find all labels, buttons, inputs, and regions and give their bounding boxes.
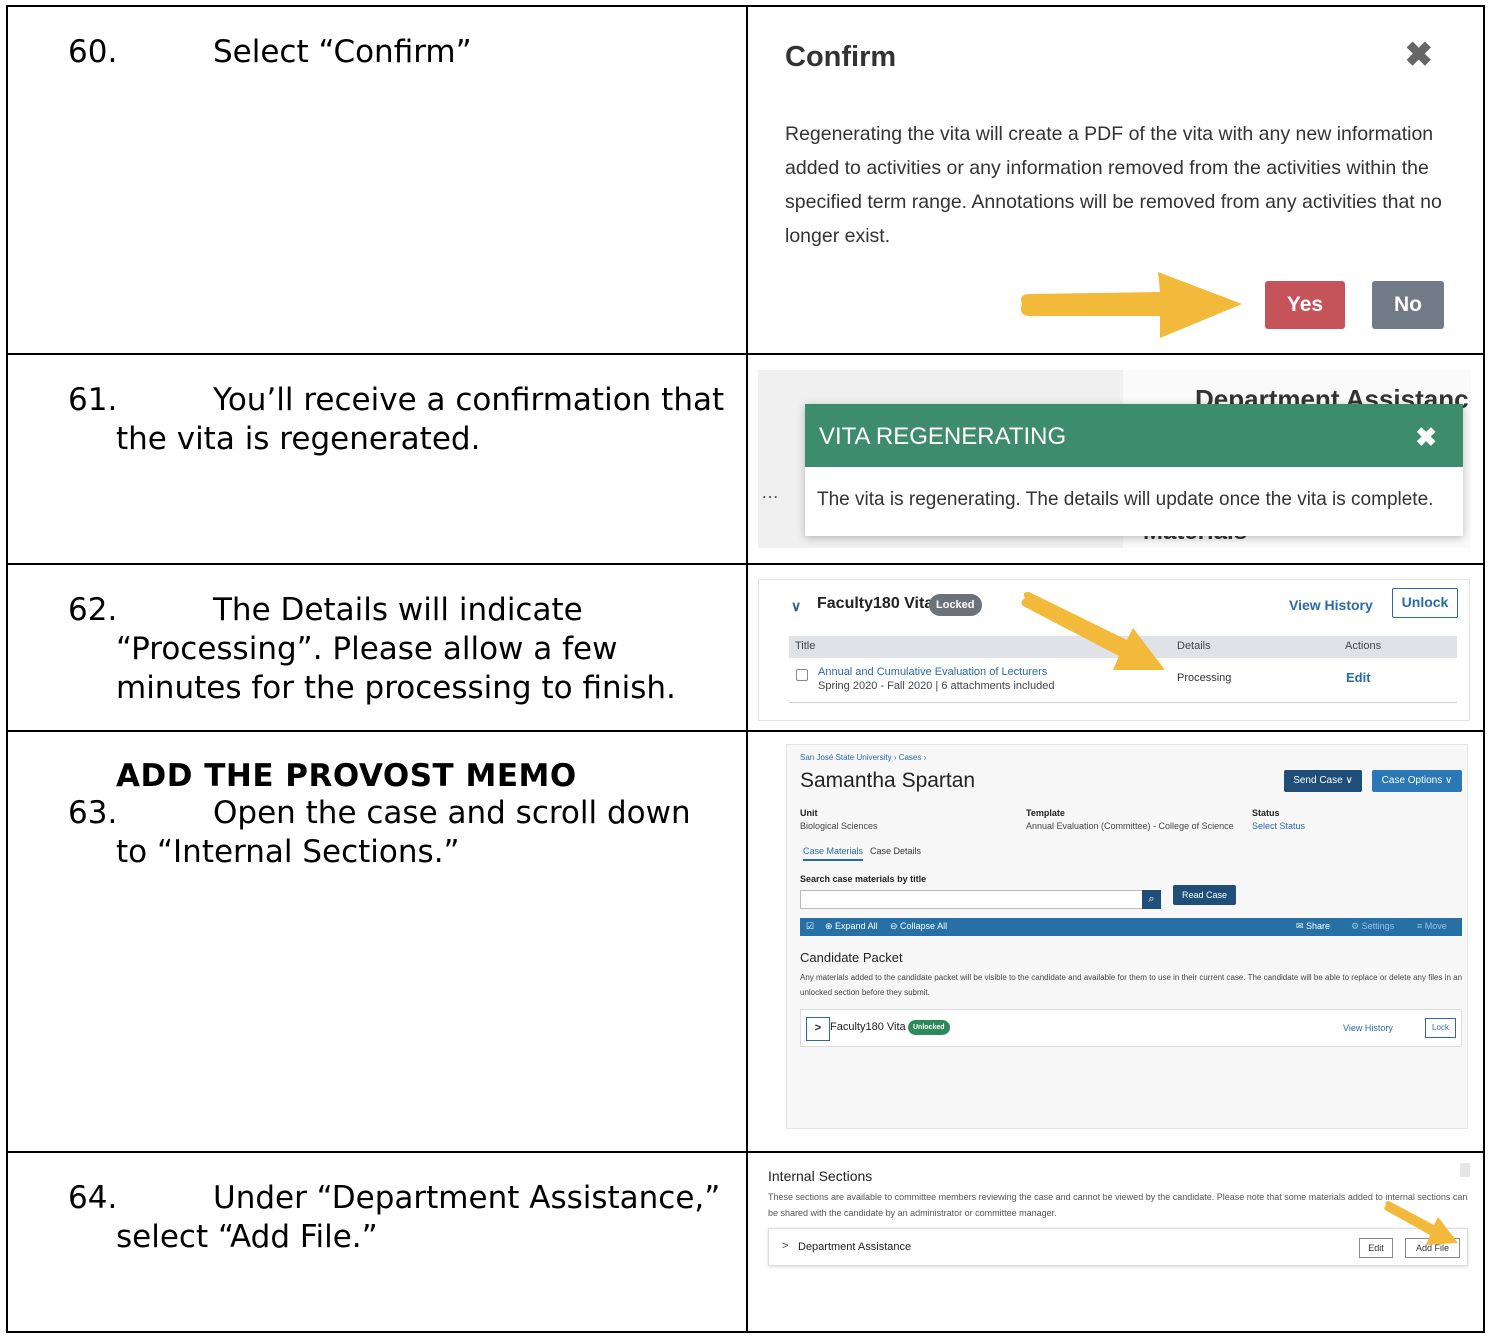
share-button[interactable]: ✉ Share xyxy=(1296,921,1330,932)
collapse-all-button[interactable]: ⊖ Collapse All xyxy=(890,921,947,932)
case-options-button[interactable]: Case Options ∨ xyxy=(1372,770,1462,792)
unlock-button[interactable]: Unlock xyxy=(1392,588,1458,618)
toast-header: VITA REGENERATING ✖ xyxy=(805,404,1463,467)
step-text: Select “Confirm” xyxy=(213,34,472,70)
list-item: > Department Assistance Edit Add File xyxy=(768,1228,1468,1266)
no-button[interactable]: No xyxy=(1372,281,1444,329)
vita-regenerating-screenshot: Department Assistanc Materials … VITA RE… xyxy=(758,370,1471,548)
column-actions: Actions xyxy=(1345,640,1382,652)
unit-label: Unit xyxy=(800,808,818,818)
scrollbar[interactable] xyxy=(1460,1163,1470,1177)
case-page-screenshot: San José State University › Cases › Sama… xyxy=(786,744,1468,1129)
chevron-right-icon[interactable]: > xyxy=(806,1017,830,1041)
regenerating-toast: VITA REGENERATING ✖ The vita is regenera… xyxy=(805,404,1463,536)
internal-sections-description: These sections are available to committe… xyxy=(768,1192,1468,1218)
row-details: Processing xyxy=(1177,672,1232,684)
status-label: Status xyxy=(1252,808,1280,818)
step-text-cell: ADD THE PROVOST MEMO 63. Open the case an… xyxy=(6,730,748,1153)
toast-message: The vita is regenerating. The details wi… xyxy=(817,489,1434,510)
step-62: 62. The Details will indicate “Processing… xyxy=(8,565,746,708)
step-text-cell: 62. The Details will indicate “Processing… xyxy=(6,563,748,732)
arrow-icon xyxy=(1384,1201,1458,1245)
step-number: 63. xyxy=(68,795,118,831)
more-icon: … xyxy=(761,482,779,502)
breadcrumb[interactable]: San José State University › Cases › xyxy=(800,753,926,762)
step-text-cell: 60. Select “Confirm” xyxy=(6,5,748,355)
select-all-checkbox[interactable]: ☑ xyxy=(806,921,814,932)
toast-title: VITA REGENERATING xyxy=(819,423,1067,450)
internal-sections-title: Internal Sections xyxy=(768,1168,873,1184)
department-assistance-label: Department Assistance xyxy=(798,1241,912,1253)
chevron-down-icon[interactable]: ∨ xyxy=(791,598,801,615)
row-subtitle: Spring 2020 - Fall 2020 | 6 attachments … xyxy=(818,680,1055,692)
search-icon[interactable]: ⌕ xyxy=(1142,890,1161,909)
step-number: 61. xyxy=(68,382,118,418)
step-number: 60. xyxy=(68,34,118,70)
vita-name: Faculty180 Vita xyxy=(817,595,934,612)
step-text-cell: 64. Under “Department Assistance,” select… xyxy=(6,1151,748,1333)
arrow-icon xyxy=(1021,592,1165,670)
screenshot-cell: San José State University › Cases › Sama… xyxy=(746,730,1485,1153)
tab-case-details[interactable]: Case Details xyxy=(870,846,921,856)
search-input[interactable] xyxy=(800,890,1143,909)
step-row-63: ADD THE PROVOST MEMO 63. Open the case an… xyxy=(6,730,1485,1153)
list-item: > Faculty180 Vita Unlocked View History … xyxy=(800,1009,1462,1047)
select-status-link[interactable]: Select Status xyxy=(1252,821,1305,831)
expand-all-button[interactable]: ⊕ Expand All xyxy=(825,921,878,932)
settings-button[interactable]: ⚙ Settings xyxy=(1351,921,1394,932)
close-icon[interactable]: ✖ xyxy=(1405,35,1434,75)
step-row-64: 64. Under “Department Assistance,” select… xyxy=(6,1151,1485,1333)
step-row-60: 60. Select “Confirm” Confirm ✖ Regenerati… xyxy=(6,5,1485,355)
status-badge: Locked xyxy=(929,594,982,616)
step-63: 63. Open the case and scroll down to “Int… xyxy=(8,794,746,872)
template-value: Annual Evaluation (Committee) - College … xyxy=(1026,821,1234,831)
internal-sections-screenshot: Internal Sections These sections are ava… xyxy=(762,1163,1470,1298)
column-title: Title xyxy=(795,640,816,652)
step-61: 61. You’ll receive a confirmation that th… xyxy=(8,355,746,459)
column-details: Details xyxy=(1177,640,1211,652)
chevron-right-icon[interactable]: > xyxy=(782,1240,788,1252)
page-title: Samantha Spartan xyxy=(800,769,976,792)
step-64: 64. Under “Department Assistance,” select… xyxy=(8,1153,746,1257)
step-number: 62. xyxy=(68,592,118,628)
toolbar: ☑ ⊕ Expand All ⊖ Collapse All ✉ Share ⚙ … xyxy=(800,918,1462,936)
arrow-icon xyxy=(1021,272,1242,338)
dialog-message: Regenerating the vita will create a PDF … xyxy=(785,123,1442,247)
search-label: Search case materials by title xyxy=(800,874,927,884)
lock-button[interactable]: Lock xyxy=(1425,1018,1456,1038)
send-case-button[interactable]: Send Case ∨ xyxy=(1284,770,1362,792)
step-row-62: 62. The Details will indicate “Processing… xyxy=(6,563,1485,732)
view-history-link[interactable]: View History xyxy=(1289,597,1373,613)
screenshot-cell: Department Assistanc Materials … VITA RE… xyxy=(746,353,1485,565)
candidate-packet-description: Any materials added to the candidate pac… xyxy=(800,973,1463,997)
row-checkbox[interactable] xyxy=(796,669,808,681)
edit-link[interactable]: Edit xyxy=(1346,670,1371,685)
view-history-link[interactable]: View History xyxy=(1343,1023,1393,1033)
unit-value: Biological Sciences xyxy=(800,821,878,831)
screenshot-cell: Internal Sections These sections are ava… xyxy=(746,1151,1485,1333)
row-title-link[interactable]: Annual and Cumulative Evaluation of Lect… xyxy=(818,666,1047,678)
step-row-61: 61. You’ll receive a confirmation that th… xyxy=(6,353,1485,565)
status-badge: Unlocked xyxy=(908,1020,950,1035)
vita-name: Faculty180 Vita xyxy=(830,1021,906,1033)
yes-button[interactable]: Yes xyxy=(1265,281,1345,329)
section-heading: ADD THE PROVOST MEMO xyxy=(116,758,577,794)
instruction-table: 60. Select “Confirm” Confirm ✖ Regenerati… xyxy=(6,5,1485,1333)
dialog-title: Confirm xyxy=(785,41,897,73)
candidate-packet-title: Candidate Packet xyxy=(800,950,903,965)
close-icon[interactable]: ✖ xyxy=(1415,404,1437,470)
step-60: 60. Select “Confirm” xyxy=(8,7,746,72)
screenshot-cell: ∨ Faculty180 Vita Locked View History Un… xyxy=(746,563,1485,732)
move-button[interactable]: ≡ Move xyxy=(1417,921,1447,931)
template-label: Template xyxy=(1026,808,1065,818)
tab-case-materials[interactable]: Case Materials xyxy=(803,846,864,861)
step-number: 64. xyxy=(68,1180,118,1216)
screenshot-cell: Confirm ✖ Regenerating the vita will cre… xyxy=(746,5,1485,355)
read-case-button[interactable]: Read Case xyxy=(1173,885,1236,905)
vita-panel-screenshot: ∨ Faculty180 Vita Locked View History Un… xyxy=(758,579,1470,721)
step-text-cell: 61. You’ll receive a confirmation that th… xyxy=(6,353,748,565)
confirm-dialog: Confirm ✖ Regenerating the vita will cre… xyxy=(750,9,1481,345)
divider xyxy=(789,702,1457,703)
